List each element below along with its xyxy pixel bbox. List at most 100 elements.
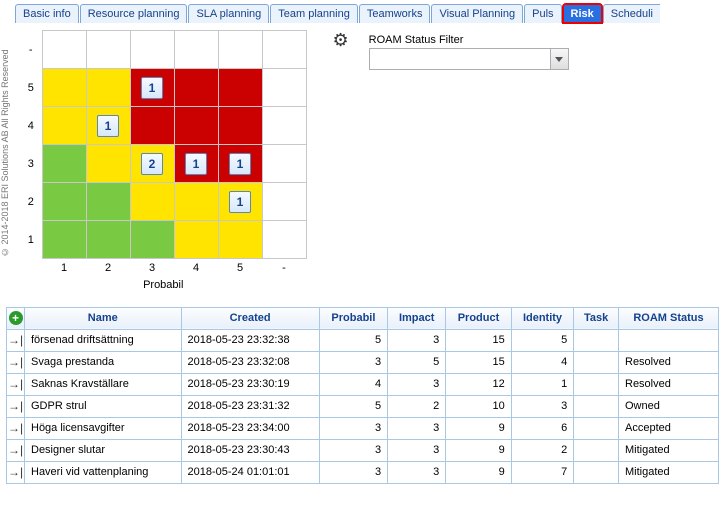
add-icon[interactable]: +	[9, 311, 23, 325]
cell-probabil: 3	[319, 417, 387, 439]
table-row[interactable]: →|Svaga prestanda2018-05-23 23:32:083515…	[7, 351, 719, 373]
matrix-x-label: 2	[86, 259, 130, 277]
matrix-cell	[86, 31, 130, 69]
cell-probabil: 3	[319, 351, 387, 373]
table-row[interactable]: →|GDPR strul2018-05-23 23:31:3252103Owne…	[7, 395, 719, 417]
matrix-cell	[42, 183, 86, 221]
cell-name: Designer slutar	[25, 439, 182, 461]
column-header-identity[interactable]: Identity	[511, 307, 574, 329]
risk-count-badge[interactable]: 1	[97, 115, 119, 137]
tab-visual-planning[interactable]: Visual Planning	[431, 4, 523, 23]
matrix-cell[interactable]: 1	[130, 69, 174, 107]
tab-risk[interactable]: Risk	[563, 4, 602, 23]
roam-filter-input[interactable]	[370, 49, 550, 69]
table-row[interactable]: →|Haveri vid vattenplaning2018-05-24 01:…	[7, 461, 719, 483]
matrix-cell	[262, 69, 306, 107]
goto-icon[interactable]: →|	[8, 399, 23, 413]
matrix-x-label: 4	[174, 259, 218, 277]
cell-roam: Mitigated	[619, 439, 719, 461]
matrix-x-axis-label: Probabil	[20, 279, 307, 291]
cell-roam: Accepted	[619, 417, 719, 439]
row-nav-cell[interactable]: →|	[7, 439, 25, 461]
matrix-cell	[86, 221, 130, 259]
column-header-probabil[interactable]: Probabil	[319, 307, 387, 329]
risk-count-badge[interactable]: 1	[229, 153, 251, 175]
matrix-cell[interactable]: 2	[130, 145, 174, 183]
risk-count-badge[interactable]: 2	[141, 153, 163, 175]
matrix-cell[interactable]: 1	[174, 145, 218, 183]
column-header-impact[interactable]: Impact	[388, 307, 446, 329]
matrix-cell	[262, 107, 306, 145]
tab-basic-info[interactable]: Basic info	[15, 4, 79, 23]
matrix-cell	[42, 31, 86, 69]
goto-icon[interactable]: →|	[8, 377, 23, 391]
cell-product: 15	[446, 329, 511, 351]
cell-task	[574, 395, 619, 417]
row-nav-cell[interactable]: →|	[7, 395, 25, 417]
add-row-header[interactable]: +	[7, 307, 25, 329]
cell-identity: 5	[511, 329, 574, 351]
table-row[interactable]: →|Saknas Kravställare2018-05-23 23:30:19…	[7, 373, 719, 395]
tab-team-planning[interactable]: Team planning	[270, 4, 358, 23]
cell-name: Saknas Kravställare	[25, 373, 182, 395]
filter-label: ROAM Status Filter	[369, 34, 569, 46]
cell-product: 9	[446, 461, 511, 483]
table-row[interactable]: →|försenad driftsättning2018-05-23 23:32…	[7, 329, 719, 351]
tab-teamworks[interactable]: Teamworks	[359, 4, 431, 23]
cell-product: 15	[446, 351, 511, 373]
risk-count-badge[interactable]: 1	[229, 191, 251, 213]
column-header-roam-status[interactable]: ROAM Status	[619, 307, 719, 329]
cell-product: 9	[446, 439, 511, 461]
matrix-cell	[42, 145, 86, 183]
matrix-cell	[174, 69, 218, 107]
cell-identity: 2	[511, 439, 574, 461]
matrix-cell	[42, 69, 86, 107]
cell-name: försenad driftsättning	[25, 329, 182, 351]
row-nav-cell[interactable]: →|	[7, 329, 25, 351]
matrix-cell	[262, 183, 306, 221]
tab-sla-planning[interactable]: SLA planning	[188, 4, 269, 23]
matrix-cell	[86, 183, 130, 221]
column-header-task[interactable]: Task	[574, 307, 619, 329]
matrix-cell	[174, 221, 218, 259]
cell-roam: Resolved	[619, 351, 719, 373]
row-nav-cell[interactable]: →|	[7, 417, 25, 439]
matrix-cell	[130, 31, 174, 69]
matrix-x-label: 3	[130, 259, 174, 277]
roam-filter-dropdown-button[interactable]	[550, 49, 568, 69]
goto-icon[interactable]: →|	[8, 421, 23, 435]
goto-icon[interactable]: →|	[8, 355, 23, 369]
row-nav-cell[interactable]: →|	[7, 461, 25, 483]
goto-icon[interactable]: →|	[8, 465, 23, 479]
matrix-cell	[42, 221, 86, 259]
matrix-cell[interactable]: 1	[86, 107, 130, 145]
risk-count-badge[interactable]: 1	[185, 153, 207, 175]
tab-resource-planning[interactable]: Resource planning	[80, 4, 188, 23]
matrix-cell	[174, 183, 218, 221]
tab-scheduli[interactable]: Scheduli	[603, 4, 660, 23]
table-row[interactable]: →|Designer slutar2018-05-23 23:30:433392…	[7, 439, 719, 461]
cell-task	[574, 417, 619, 439]
cell-name: Höga licensavgifter	[25, 417, 182, 439]
column-header-created[interactable]: Created	[181, 307, 319, 329]
cell-impact: 3	[388, 329, 446, 351]
tab-puls[interactable]: Puls	[524, 4, 561, 23]
risk-count-badge[interactable]: 1	[141, 77, 163, 99]
matrix-cell	[130, 183, 174, 221]
row-nav-cell[interactable]: →|	[7, 373, 25, 395]
table-row[interactable]: →|Höga licensavgifter2018-05-23 23:34:00…	[7, 417, 719, 439]
cell-probabil: 4	[319, 373, 387, 395]
goto-icon[interactable]: →|	[8, 443, 23, 457]
row-nav-cell[interactable]: →|	[7, 351, 25, 373]
matrix-cell	[262, 221, 306, 259]
matrix-cell	[218, 107, 262, 145]
matrix-cell[interactable]: 1	[218, 183, 262, 221]
goto-icon[interactable]: →|	[8, 333, 23, 347]
settings-icon[interactable]: ⚙	[333, 30, 349, 50]
column-header-name[interactable]: Name	[25, 307, 182, 329]
column-header-product[interactable]: Product	[446, 307, 511, 329]
matrix-x-label: 5	[218, 259, 262, 277]
matrix-cell[interactable]: 1	[218, 145, 262, 183]
cell-impact: 3	[388, 461, 446, 483]
cell-created: 2018-05-23 23:31:32	[181, 395, 319, 417]
